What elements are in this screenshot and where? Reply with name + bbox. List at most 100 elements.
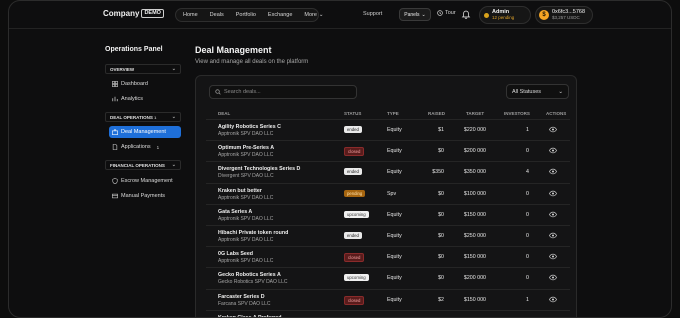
- deal-investors: 0: [526, 275, 529, 282]
- nav-exchange[interactable]: Exchange: [263, 10, 297, 20]
- sidebar-item-escrow-management[interactable]: Escrow Management: [109, 175, 181, 187]
- deal-type: Equity: [387, 232, 402, 239]
- deal-name[interactable]: Farcaster Series D: [218, 294, 265, 300]
- deal-name[interactable]: 0G Labs Seed: [218, 251, 253, 257]
- sidebar-item-analytics[interactable]: Analytics: [109, 93, 181, 105]
- coin-icon: $: [539, 10, 549, 20]
- deal-target: $250 000: [463, 232, 486, 239]
- sidebar: Operations Panel OVERVIEW ⌄ Dashboard An…: [9, 30, 189, 317]
- sidebar-item-label: Dashboard: [121, 81, 148, 87]
- nav-more[interactable]: More ⌄: [299, 10, 328, 20]
- deal-target: $350 000: [463, 169, 486, 176]
- deal-name[interactable]: Hibachi Private token round: [218, 230, 288, 236]
- eye-icon[interactable]: [549, 126, 557, 133]
- search-icon: [215, 89, 221, 95]
- deals-card: All Statuses ⌄ DEAL STATUS TYPE RAISED T…: [195, 75, 577, 317]
- table-row[interactable]: Kraken but better Apptronik SPV DAO LLC pe…: [206, 182, 570, 204]
- brand-badge: DEMO: [141, 9, 164, 18]
- sidebar-item-label: Applications: [121, 144, 151, 150]
- search-input[interactable]: [224, 89, 344, 95]
- deal-raised: $350: [432, 169, 444, 176]
- eye-icon[interactable]: [549, 190, 557, 197]
- nav-portfolio[interactable]: Portfolio: [231, 10, 261, 20]
- section-financial-operations[interactable]: FINANCIAL OPERATIONS ⌄: [105, 160, 181, 170]
- section-deal-operations[interactable]: DEAL OPERATIONS 1 ⌄: [105, 112, 181, 122]
- deal-target: $150 000: [463, 254, 486, 261]
- table-row[interactable]: Kraken Class A Preferred: [206, 309, 570, 317]
- eye-icon[interactable]: [549, 274, 557, 281]
- deal-target: $200 000: [463, 275, 486, 282]
- deal-type: Equity: [387, 254, 402, 261]
- table-row[interactable]: 0G Labs Seed Apptronik SPV DAO LLC closed E…: [206, 246, 570, 267]
- deal-issuer: Gecko Robotics SPV DAO LLC: [218, 279, 288, 286]
- section-overview[interactable]: OVERVIEW ⌄: [105, 64, 181, 74]
- eye-icon[interactable]: [549, 232, 557, 239]
- status-badge: closed: [344, 147, 365, 157]
- tour-label: Tour: [445, 10, 456, 16]
- sidebar-item-applications[interactable]: Applications 1: [109, 141, 181, 153]
- deal-name[interactable]: Optimum Pre-Series A: [218, 145, 274, 151]
- col-actions: ACTIONS: [546, 111, 567, 116]
- nav-deals[interactable]: Deals: [205, 10, 229, 20]
- deal-issuer: Divergent SPV DAO LLC: [218, 173, 274, 180]
- eye-icon[interactable]: [549, 253, 557, 260]
- deal-investors: 1: [526, 296, 529, 303]
- section-label: OVERVIEW: [110, 66, 135, 72]
- status-filter-select[interactable]: All Statuses ⌄: [506, 84, 569, 99]
- wallet-balance: $3,257 USDC: [552, 15, 580, 20]
- eye-icon[interactable]: [549, 147, 557, 154]
- deal-name[interactable]: Kraken but better: [218, 188, 262, 194]
- deal-issuer: Apptronik SPV DAO LLC: [218, 236, 274, 243]
- deal-issuer: Apptronik SPV DAO LLC: [218, 215, 274, 222]
- deal-raised: $2: [438, 296, 444, 303]
- tour-button[interactable]: Tour: [437, 10, 456, 16]
- table-row[interactable]: Farcaster Series D Farcana SPV DAO LLC clo…: [206, 288, 570, 310]
- deal-issuer: Farcana SPV DAO LLC: [218, 300, 271, 307]
- bell-icon[interactable]: [461, 9, 471, 19]
- panels-dropdown[interactable]: Panels ⌄: [399, 8, 431, 21]
- chevron-down-icon: ⌄: [171, 66, 176, 72]
- wallet-button[interactable]: $ 0x6fc3...5768 $3,257 USDC: [535, 6, 593, 24]
- section-label: FINANCIAL OPERATIONS: [110, 162, 165, 168]
- table-row[interactable]: Gecko Robotics Series A Gecko Robotics SP…: [206, 267, 570, 288]
- sidebar-item-count: 1: [156, 144, 160, 150]
- deal-target: $220 000: [463, 127, 486, 133]
- table-row[interactable]: Gata Series A Apptronik SPV DAO LLC upcomi…: [206, 203, 570, 225]
- admin-menu[interactable]: Admin 12 pending: [479, 6, 531, 24]
- search-box[interactable]: [209, 85, 357, 99]
- brand-name: Company: [103, 9, 140, 18]
- chevron-down-icon: ⌄: [421, 11, 426, 18]
- nav-home[interactable]: Home: [178, 10, 203, 20]
- col-raised: RAISED: [428, 111, 446, 116]
- sidebar-item-manual-payments[interactable]: Manual Payments: [109, 190, 181, 202]
- sidebar-item-label: Manual Payments: [121, 193, 166, 199]
- table-row[interactable]: Agility Robotics Series C Apptronik SPV D…: [206, 119, 570, 140]
- deal-investors: 0: [526, 232, 529, 239]
- deal-name[interactable]: Agility Robotics Series C: [218, 124, 281, 130]
- chart-icon: [112, 96, 118, 102]
- deal-name[interactable]: Divergent Technologies Series D: [218, 166, 300, 172]
- deal-type: Equity: [387, 169, 402, 176]
- chevron-down-icon: ⌄: [171, 114, 176, 120]
- support-link[interactable]: Support: [363, 11, 382, 17]
- deal-target: $200 000: [463, 148, 486, 155]
- admin-status-dot: [484, 12, 489, 18]
- brand-logo[interactable]: Company DEMO: [103, 9, 164, 18]
- status-badge: closed: [344, 253, 365, 263]
- eye-icon[interactable]: [549, 296, 557, 303]
- sidebar-item-dashboard[interactable]: Dashboard: [109, 78, 181, 90]
- deal-type: Equity: [387, 275, 402, 282]
- table-row[interactable]: Hibachi Private token round Apptronik SPV…: [206, 224, 570, 246]
- sidebar-item-deal-management[interactable]: Deal Management: [109, 126, 181, 138]
- table-row[interactable]: Divergent Technologies Series D Divergent…: [206, 161, 570, 182]
- table-body: Agility Robotics Series C Apptronik SPV D…: [206, 119, 570, 317]
- table-row[interactable]: Optimum Pre-Series A Apptronik SPV DAO LL…: [206, 140, 570, 161]
- section-count: 1: [154, 114, 157, 120]
- deal-name[interactable]: Gecko Robotics Series A: [218, 272, 281, 278]
- deal-type: Equity: [387, 127, 402, 133]
- eye-icon[interactable]: [549, 168, 557, 175]
- deal-name[interactable]: Gata Series A: [218, 209, 252, 215]
- deal-type: Spv: [387, 190, 397, 197]
- eye-icon[interactable]: [549, 211, 557, 218]
- main-nav: Home Deals Portfolio Exchange More ⌄: [175, 8, 324, 22]
